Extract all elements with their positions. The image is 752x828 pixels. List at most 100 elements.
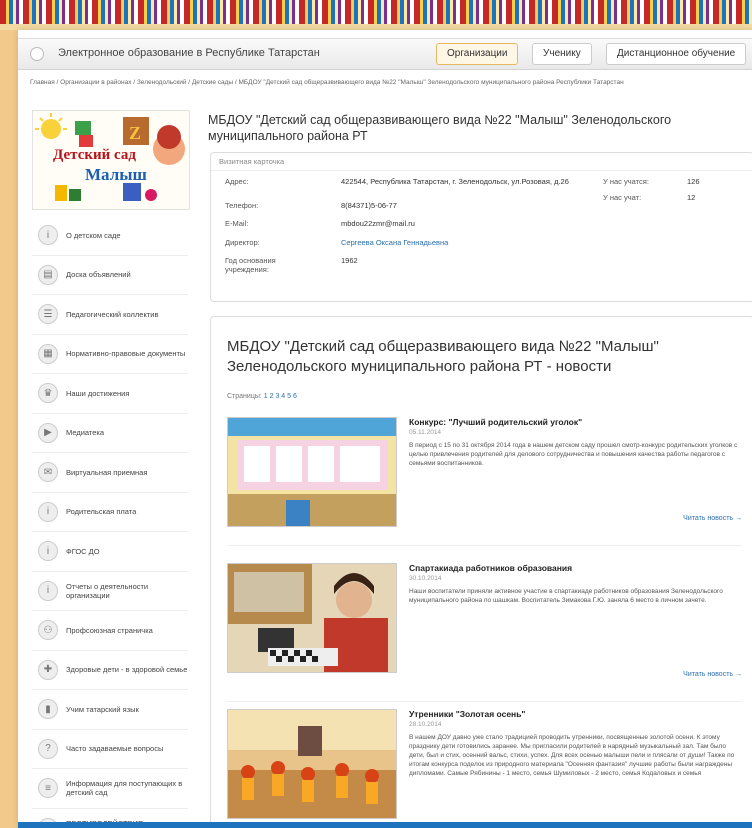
page-title: МБДОУ "Детский сад общеразвивающего вида…	[208, 113, 672, 143]
info-icon: i	[38, 225, 58, 246]
news-image-1[interactable]	[227, 417, 397, 527]
students-label: У нас учатся:	[603, 177, 649, 186]
sidebar-item-label: Здоровые дети - в здоровой семье	[66, 665, 188, 675]
phone-value: 8(84371)5-06-77	[341, 201, 397, 210]
sidebar-item-label: ФГОС ДО	[66, 546, 100, 556]
sidebar-item-label: Часто задаваемые вопросы	[66, 744, 164, 754]
news-text-3: В нашем ДОУ давно уже стало традицией пр…	[409, 734, 735, 777]
phone-label: Телефон:	[225, 201, 259, 210]
sidebar-item[interactable]: ✚ Здоровые дети - в здоровой семье	[32, 651, 188, 690]
news-text-2: Наши воспитатели приняли активное участи…	[409, 588, 723, 604]
sidebar-item-label: Доска объявлений	[66, 270, 131, 280]
sidebar-item[interactable]: ☰ Педагогический коллектив	[32, 295, 188, 335]
breadcrumb[interactable]: Главная / Организации в районах / Зелено…	[30, 78, 750, 87]
business-card: Визитная карточка Адрес: 422544, Республ…	[210, 152, 752, 302]
sidebar-item[interactable]: i О детском саде	[32, 216, 188, 256]
news-divider	[227, 701, 742, 702]
parents-corner-photo-icon	[228, 418, 396, 526]
media-icon: ▶	[38, 422, 58, 443]
sidebar-item-label: Родительская плата	[66, 507, 137, 517]
tab-distance-learning[interactable]: Дистанционное обучение	[606, 43, 747, 65]
email-label: E-Mail:	[225, 219, 249, 228]
founded-label: Год основания учреждения:	[225, 256, 276, 274]
read-more-link[interactable]: Читать новость →	[683, 515, 742, 522]
card-header: Визитная карточка	[211, 153, 752, 171]
sidebar-item-label: Информация для поступающих в детский сад	[66, 779, 183, 798]
group-icon: ☰	[38, 304, 58, 325]
health-icon: ✚	[38, 659, 58, 680]
info-icon: i	[38, 501, 58, 522]
news-title: МБДОУ "Детский сад общеразвивающего вида…	[227, 338, 659, 375]
sidebar-item[interactable]: i ФГОС ДО	[32, 532, 188, 572]
logo-text-line2: Малыш	[85, 165, 147, 184]
students-value: 126	[687, 177, 700, 186]
sidebar-item-label: О детском саде	[66, 230, 121, 240]
sidebar-item[interactable]: ✉ Виртуальная приемная	[32, 453, 188, 493]
book-icon: ▮	[38, 699, 58, 720]
board-icon: ▤	[38, 264, 58, 285]
teachers-value: 12	[687, 193, 696, 202]
sidebar-item[interactable]: ⚇ Профсоюзная страничка	[32, 611, 188, 651]
sidebar-item-label: Профсоюзная страничка	[66, 625, 153, 635]
trophy-icon: ♛	[38, 383, 58, 404]
logo-text-line1: Детский сад	[53, 147, 136, 163]
news-text-1: В период с 15 по 31 октября 2014 года в …	[409, 442, 738, 467]
news-section: МБДОУ "Детский сад общеразвивающего вида…	[210, 316, 752, 828]
teachers-label: У нас учат:	[603, 193, 642, 202]
reception-icon: ✉	[38, 462, 58, 483]
news-item: Утренники "Золотая осень" 28.10.2014 В н…	[227, 709, 742, 828]
read-more-link[interactable]: Читать новость →	[683, 671, 742, 678]
sidebar-item-label: Учим татарский язык	[66, 704, 139, 714]
autumn-party-photo-icon	[228, 710, 396, 818]
sidebar-item[interactable]: ▤ Доска объявлений	[32, 256, 188, 295]
news-date-2: 30.10.2014	[409, 575, 442, 582]
checkers-photo-icon	[228, 564, 396, 672]
news-headline-2[interactable]: Спартакиада работников образования	[409, 563, 739, 573]
sidebar-item[interactable]: i Отчеты о деятельности организации	[32, 572, 188, 611]
bottom-scrollbar[interactable]	[18, 822, 752, 828]
founded-value: 1962	[341, 256, 358, 265]
sidebar-item[interactable]: i Родительская плата	[32, 493, 188, 532]
news-date-3: 28.10.2014	[409, 721, 442, 728]
sidebar-item[interactable]: ♛ Наши достижения	[32, 374, 188, 414]
news-item: Спартакиада работников образования 30.10…	[227, 563, 742, 683]
sidebar-item-label: Нормативно-правовые документы	[66, 349, 186, 359]
pages-label: Страницы:	[227, 393, 262, 400]
sidebar-item[interactable]: ▶ Медиатека	[32, 414, 188, 453]
info-icon: i	[38, 580, 58, 601]
news-divider	[227, 545, 742, 546]
info-icon: i	[38, 541, 58, 562]
sidebar-menu: i О детском саде ▤ Доска объявлений ☰ Педагог…	[32, 216, 188, 828]
sidebar-item[interactable]: ▦ Нормативно-правовые документы	[32, 335, 188, 374]
news-item: Конкурс: "Лучший родительский уголок" 05…	[227, 417, 742, 527]
address-label: Адрес:	[225, 177, 249, 186]
site-logo-icon[interactable]	[30, 47, 44, 61]
news-headline-3[interactable]: Утренники "Золотая осень"	[409, 709, 739, 719]
sidebar-item-label: Медиатека	[66, 428, 105, 438]
question-icon: ?	[38, 738, 58, 759]
kindergarten-logo[interactable]: Z Детский сад Малыш	[32, 110, 190, 210]
email-value[interactable]: mbdou22zmr@mail.ru	[341, 219, 591, 228]
pagination: Страницы: 1 2 3 4 5 6	[227, 393, 297, 400]
sidebar-item-label: Наши достижения	[66, 388, 130, 398]
news-headline-1[interactable]: Конкурс: "Лучший родительский уголок"	[409, 417, 739, 427]
pagination-links[interactable]: 1 2 3 4 5 6	[264, 393, 297, 400]
top-navigation-bar: Электронное образование в Республике Тат…	[18, 38, 752, 70]
tab-organizations[interactable]: Организации	[436, 43, 519, 65]
svg-text:Z: Z	[129, 123, 141, 143]
sidebar-item-label: Педагогический коллектив	[66, 309, 159, 319]
decorative-border	[0, 0, 752, 30]
director-label: Директор:	[225, 238, 260, 247]
document-icon: ▦	[38, 343, 58, 364]
sidebar-item[interactable]: ▮ Учим татарский язык	[32, 690, 188, 730]
union-icon: ⚇	[38, 620, 58, 641]
news-image-3[interactable]	[227, 709, 397, 819]
director-link[interactable]: Сергеева Оксана Геннадьевна	[341, 238, 591, 247]
sidebar-item[interactable]: ? Часто задаваемые вопросы	[32, 730, 188, 769]
list-icon: ≡	[38, 778, 58, 799]
sidebar-item[interactable]: ≡ Информация для поступающих в детский са…	[32, 769, 188, 809]
news-image-2[interactable]	[227, 563, 397, 673]
tab-student[interactable]: Ученику	[532, 43, 592, 65]
site-title[interactable]: Электронное образование в Республике Тат…	[58, 47, 320, 59]
sidebar-item-label: Отчеты о деятельности организации	[66, 581, 149, 600]
